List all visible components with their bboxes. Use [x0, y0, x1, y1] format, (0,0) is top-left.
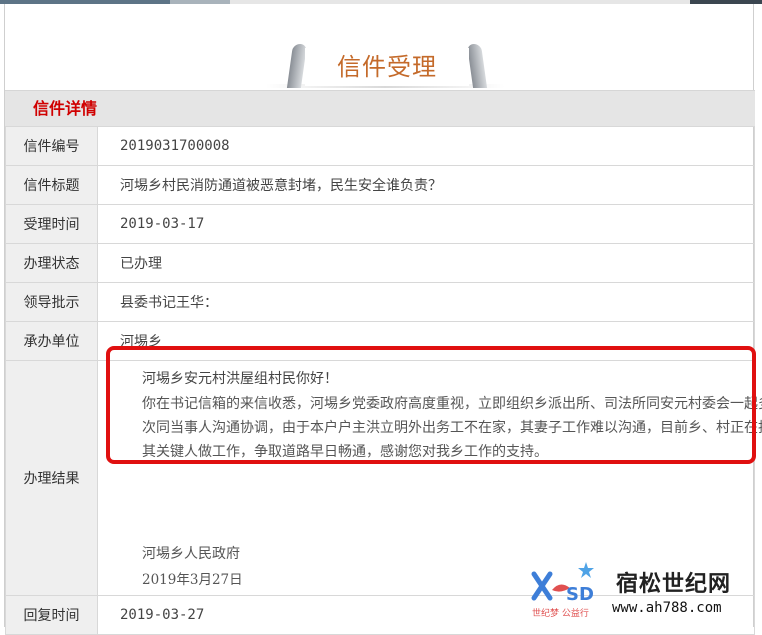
letter-panel: 信件受理 信件详情 信件编号 2019031700008 信件标题 河埸乡村民消… [4, 4, 762, 635]
result-org: 河埸乡人民政府 [142, 546, 240, 562]
watermark: SD 宿松世纪网 www.ah788.com 世纪梦 公益行 [530, 560, 760, 624]
letter-title: 河埸乡村民消防通道被恶意封堵，民生安全谁负责？ [97, 165, 755, 205]
section-header: 信件详情 [5, 90, 755, 127]
page-title: 信件受理 [305, 48, 469, 86]
result-date: 2019年3月27日 [142, 572, 243, 588]
row-label: 受理时间 [5, 204, 98, 244]
section-title: 信件详情 [33, 99, 98, 118]
banner: 信件受理 [5, 4, 755, 88]
table-row: 受理时间 2019-03-17 [5, 204, 755, 244]
leader-instruction: 县委书记王华： [97, 282, 755, 322]
watermark-tag: 世纪梦 公益行 [532, 609, 589, 619]
watermark-site: 宿松世纪网 [616, 572, 732, 597]
status-value: 已办理 [97, 243, 755, 283]
accept-time: 2019-03-17 [97, 204, 755, 244]
row-label: 信件标题 [5, 165, 98, 205]
banner-fold-right [466, 44, 488, 88]
highlight-box [106, 346, 756, 464]
svg-text:SD: SD [566, 584, 594, 605]
row-label: 领导批示 [5, 282, 98, 322]
row-label: 办理结果 [5, 360, 98, 596]
table-row: 领导批示 县委书记王华： [5, 282, 755, 322]
row-label: 办理状态 [5, 243, 98, 283]
table-row: 信件标题 河埸乡村民消防通道被恶意封堵，民生安全谁负责？ [5, 165, 755, 205]
watermark-logo-icon: SD [531, 562, 594, 605]
row-label: 回复时间 [5, 595, 98, 635]
table-row: 信件编号 2019031700008 [5, 126, 755, 166]
row-label: 信件编号 [5, 126, 98, 166]
watermark-url: www.ah788.com [612, 600, 722, 616]
letter-number: 2019031700008 [97, 126, 755, 166]
table-row: 办理状态 已办理 [5, 243, 755, 283]
row-label: 承办单位 [5, 321, 98, 361]
